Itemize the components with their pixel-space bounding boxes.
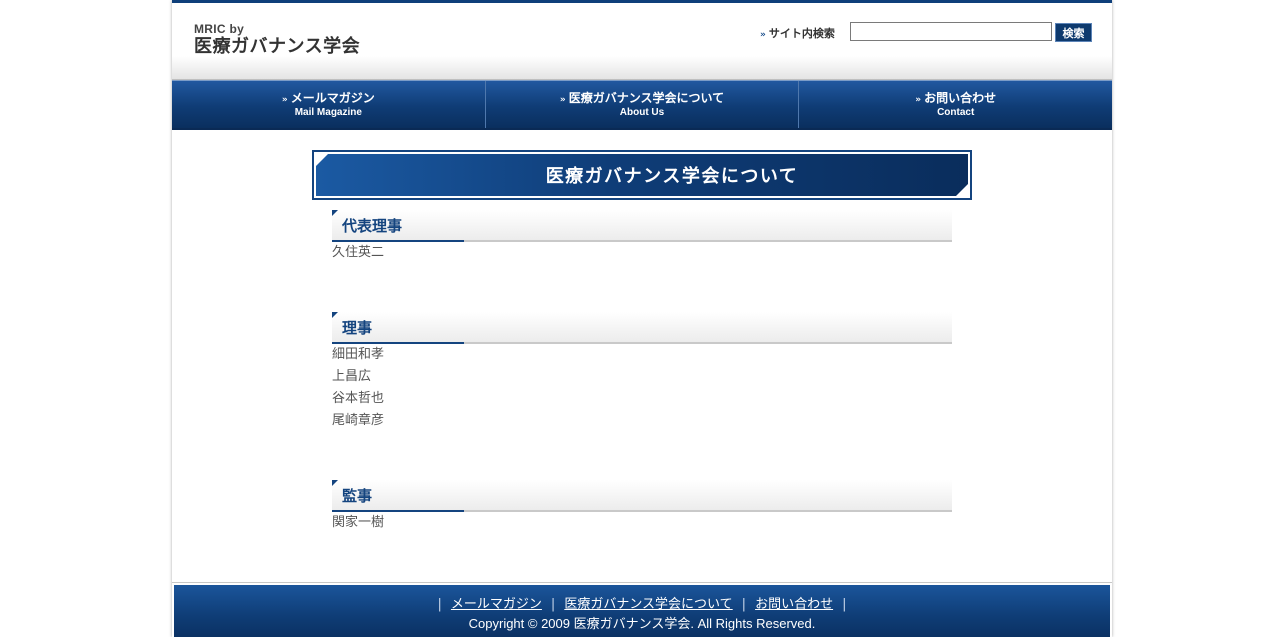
nav-item-sublabel: About Us bbox=[619, 107, 665, 118]
section-header: 理事 bbox=[332, 312, 952, 344]
chevron-right-icon: » bbox=[760, 30, 766, 40]
member-name: 細田和孝 bbox=[332, 347, 385, 362]
page-title-banner: 医療ガバナンス学会について bbox=[312, 150, 972, 200]
nav-item-label-wrap: » 医療ガバナンス学会について bbox=[486, 89, 799, 106]
member-name: 谷本哲也 bbox=[332, 391, 385, 406]
page-container: MRIC by 医療ガバナンス学会 » サイト内検索 検索 » メールマガジン Ma… bbox=[172, 0, 1112, 637]
corner-decoration bbox=[316, 154, 328, 166]
section-representative-director: 代表理事 久住英二 bbox=[332, 210, 952, 264]
separator: | bbox=[741, 597, 747, 612]
section-title: 監事 bbox=[342, 487, 373, 505]
logo-subtitle: MRIC by bbox=[194, 22, 245, 36]
site-header: MRIC by 医療ガバナンス学会 » サイト内検索 検索 bbox=[172, 0, 1112, 80]
footer-nav: | メールマガジン | 医療ガバナンス学会について | お問い合わせ | bbox=[174, 593, 1110, 612]
footer-link-contact[interactable]: お問い合わせ bbox=[755, 596, 833, 611]
section-title: 理事 bbox=[342, 319, 373, 337]
page-title: 医療ガバナンス学会について bbox=[545, 166, 799, 187]
nav-item-mail-magazine[interactable]: » メールマガジン Mail Magazine bbox=[172, 81, 486, 128]
main-nav: » メールマガジン Mail Magazine » 医療ガバナンス学会について Ab… bbox=[172, 80, 1112, 130]
member-name: 上昌広 bbox=[332, 369, 372, 384]
site-logo[interactable]: MRIC by 医療ガバナンス学会 bbox=[194, 23, 360, 58]
chevron-right-icon: » bbox=[281, 95, 288, 105]
corner-decoration bbox=[956, 184, 968, 196]
copyright-text: Copyright © 2009 医療ガバナンス学会. All Rights R… bbox=[468, 616, 816, 631]
footer-divider bbox=[172, 582, 1112, 583]
nav-item-contact[interactable]: » お問い合わせ Contact bbox=[799, 81, 1112, 128]
nav-item-sublabel: Mail Magazine bbox=[294, 107, 362, 118]
nav-item-sublabel: Contact bbox=[937, 107, 975, 118]
section-auditor: 監事 関家一樹 bbox=[332, 480, 952, 534]
logo-title: 医療ガバナンス学会 bbox=[194, 36, 361, 57]
member-name: 関家一樹 bbox=[332, 515, 385, 530]
nav-item-label: 医療ガバナンス学会について bbox=[568, 91, 725, 105]
search-label: サイト内検索 bbox=[768, 27, 835, 40]
nav-item-label-wrap: » メールマガジン bbox=[172, 89, 485, 106]
section-underline bbox=[332, 342, 464, 344]
site-footer: | メールマガジン | 医療ガバナンス学会について | お問い合わせ | Copyright… bbox=[174, 585, 1110, 637]
page-title-box: 医療ガバナンス学会について bbox=[316, 154, 968, 196]
section-header: 代表理事 bbox=[332, 210, 952, 242]
member-list: 細田和孝 上昌広 谷本哲也 尾崎章彦 bbox=[332, 344, 952, 432]
section-title: 代表理事 bbox=[342, 217, 403, 235]
footer-link-about-us[interactable]: 医療ガバナンス学会について bbox=[564, 596, 732, 611]
nav-item-label: お問い合わせ bbox=[924, 91, 997, 105]
section-header: 監事 bbox=[332, 480, 952, 512]
section-directors: 理事 細田和孝 上昌広 谷本哲也 尾崎章彦 bbox=[332, 312, 952, 432]
chevron-right-icon: » bbox=[559, 95, 566, 105]
nav-item-label-wrap: » お問い合わせ bbox=[799, 89, 1112, 106]
footer-link-mail-magazine[interactable]: メールマガジン bbox=[451, 596, 542, 611]
search-input[interactable] bbox=[850, 22, 1052, 41]
search-label-wrap: » サイト内検索 bbox=[760, 25, 835, 41]
separator: | bbox=[842, 597, 847, 612]
section-underline bbox=[332, 240, 464, 242]
member-name: 久住英二 bbox=[332, 245, 385, 260]
member-name: 尾崎章彦 bbox=[332, 413, 385, 428]
separator: | bbox=[550, 597, 556, 612]
search-button[interactable]: 検索 bbox=[1055, 23, 1092, 42]
chevron-right-icon: » bbox=[915, 95, 922, 105]
nav-item-about-us[interactable]: » 医療ガバナンス学会について About Us bbox=[486, 81, 800, 128]
section-underline bbox=[332, 510, 464, 512]
member-list: 久住英二 bbox=[332, 242, 952, 264]
member-list: 関家一樹 bbox=[332, 512, 952, 534]
separator: | bbox=[437, 597, 442, 612]
nav-item-label: メールマガジン bbox=[290, 91, 375, 105]
